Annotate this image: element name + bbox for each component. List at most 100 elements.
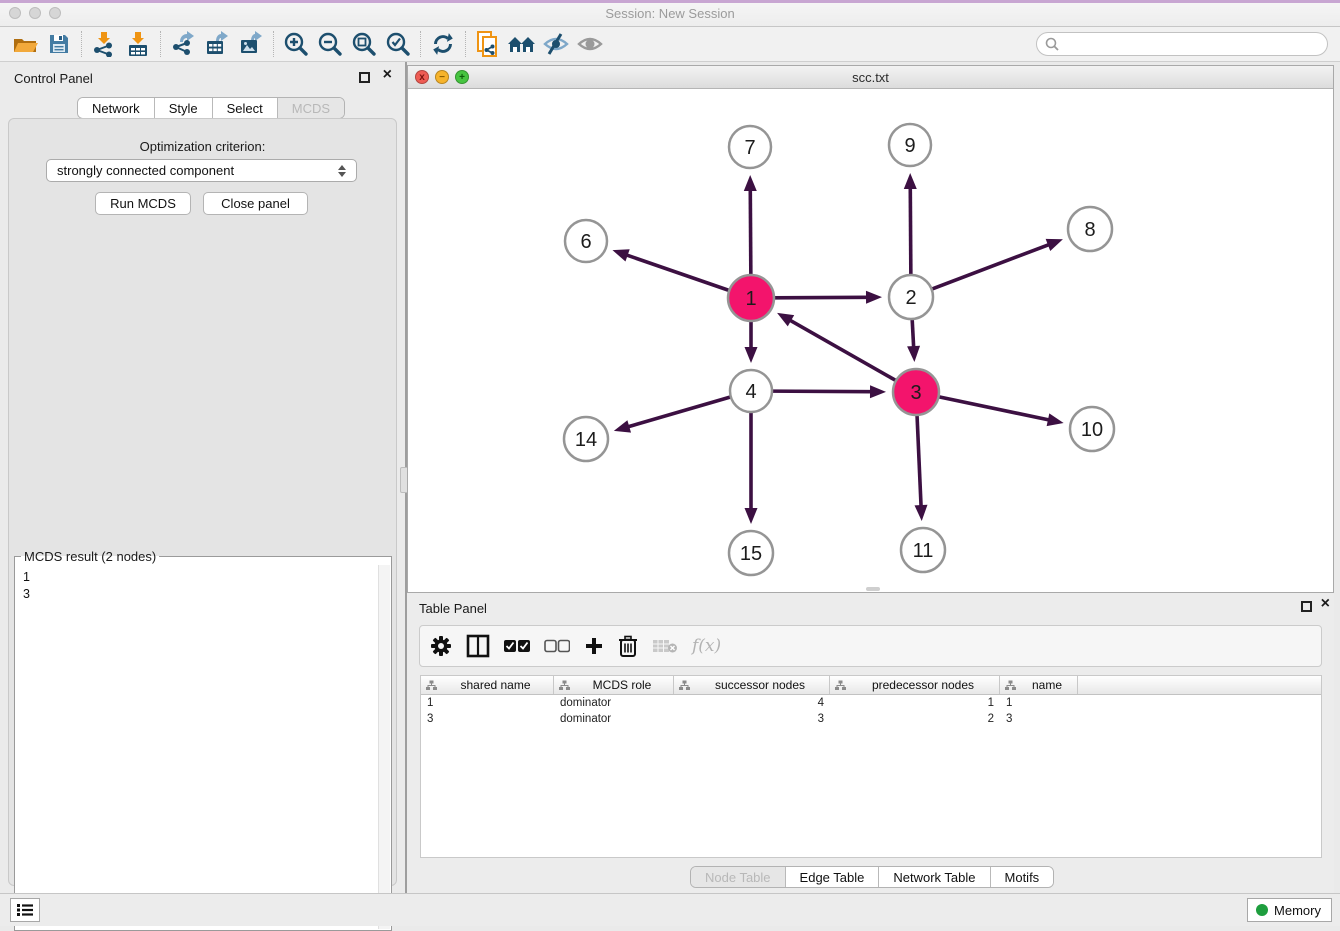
criterion-dropdown[interactable]: strongly connected component xyxy=(46,159,357,182)
tab-motifs[interactable]: Motifs xyxy=(991,867,1054,887)
title-bar: Session: New Session xyxy=(0,0,1340,27)
export-image-button[interactable] xyxy=(234,29,268,59)
edge-2-9[interactable] xyxy=(910,187,911,275)
toolbar-separator xyxy=(420,31,421,57)
tab-network-table[interactable]: Network Table xyxy=(879,867,990,887)
open-session-button[interactable] xyxy=(8,29,42,59)
edge-4-14[interactable] xyxy=(627,397,731,427)
edge-arrowhead xyxy=(870,385,886,398)
table-cell[interactable]: 1 xyxy=(1000,697,1078,709)
column-header-MCDS-role[interactable]: MCDS role xyxy=(554,676,674,694)
edge-arrowhead xyxy=(614,420,631,432)
edge-1-2[interactable] xyxy=(774,297,868,298)
gear-icon xyxy=(430,635,452,657)
table-row[interactable]: 1dominator411 xyxy=(421,695,1321,711)
table-cell[interactable]: 3 xyxy=(674,713,830,725)
function-builder-button[interactable]: f(x) xyxy=(692,631,721,661)
float-table-panel-icon[interactable] xyxy=(1301,601,1312,612)
edge-2-3[interactable] xyxy=(912,319,914,348)
table-cell[interactable]: 1 xyxy=(421,697,554,709)
create-column-button[interactable] xyxy=(584,631,604,661)
zoom-out-button[interactable] xyxy=(313,29,347,59)
edge-4-3[interactable] xyxy=(772,391,872,392)
memory-button[interactable]: Memory xyxy=(1247,898,1332,922)
task-history-button[interactable] xyxy=(10,898,40,922)
tab-mcds[interactable]: MCDS xyxy=(278,98,344,118)
import-network-button[interactable] xyxy=(87,29,121,59)
run-mcds-button[interactable]: Run MCDS xyxy=(95,192,191,215)
zoom-fit-icon xyxy=(351,31,377,57)
first-neighbors-button[interactable] xyxy=(505,29,539,59)
edge-arrowhead xyxy=(612,249,629,261)
edge-3-11[interactable] xyxy=(917,415,921,507)
column-grip-icon xyxy=(559,680,570,691)
edge-arrowhead xyxy=(744,175,757,191)
result-scrollbar[interactable] xyxy=(378,565,390,929)
mcds-panel: Optimization criterion: strongly connect… xyxy=(8,118,397,886)
export-table-button[interactable] xyxy=(200,29,234,59)
search-input[interactable] xyxy=(1064,37,1319,51)
graph-node-label: 8 xyxy=(1084,219,1095,241)
table-cell[interactable]: 3 xyxy=(1000,713,1078,725)
canvas-resize-grip[interactable] xyxy=(866,587,880,591)
table-cell[interactable]: 1 xyxy=(830,697,1000,709)
column-header-label: successor nodes xyxy=(693,678,827,692)
hide-selected-button[interactable] xyxy=(539,29,573,59)
column-header-predecessor-nodes[interactable]: predecessor nodes xyxy=(830,676,1000,694)
float-panel-icon[interactable] xyxy=(359,72,370,83)
import-table-button[interactable] xyxy=(121,29,155,59)
export-network-button[interactable] xyxy=(166,29,200,59)
select-all-columns-button[interactable] xyxy=(504,631,530,661)
save-session-button[interactable] xyxy=(42,29,76,59)
control-panel-title: Control Panel xyxy=(14,71,93,86)
table-row[interactable]: 3dominator323 xyxy=(421,711,1321,727)
clone-network-button[interactable] xyxy=(471,29,505,59)
edge-1-7[interactable] xyxy=(750,189,751,275)
edge-2-8[interactable] xyxy=(932,244,1050,289)
network-window-titlebar[interactable]: x − + scc.txt xyxy=(408,66,1333,89)
column-header-shared-name[interactable]: shared name xyxy=(421,676,554,694)
column-header-name[interactable]: name xyxy=(1000,676,1078,694)
tab-style[interactable]: Style xyxy=(155,98,213,118)
application-window: Session: New Session xyxy=(0,0,1340,926)
column-header-successor-nodes[interactable]: successor nodes xyxy=(674,676,830,694)
show-all-button[interactable] xyxy=(573,29,607,59)
edge-1-6[interactable] xyxy=(626,255,730,291)
table-panel-header: Table Panel × xyxy=(407,593,1334,621)
zoom-fit-button[interactable] xyxy=(347,29,381,59)
control-panel-tabs: Network Style Select MCDS xyxy=(77,97,345,119)
criterion-dropdown-value: strongly connected component xyxy=(57,163,338,178)
delete-column-button[interactable] xyxy=(618,631,638,661)
table-cell[interactable]: 2 xyxy=(830,713,1000,725)
table-toolbar: f(x) xyxy=(419,625,1322,667)
table-cell[interactable]: dominator xyxy=(554,713,674,725)
node-table[interactable]: shared nameMCDS role successor nodesprede… xyxy=(420,675,1322,858)
list-icon xyxy=(17,903,33,917)
close-panel-icon[interactable]: × xyxy=(383,66,392,84)
table-cell[interactable]: dominator xyxy=(554,697,674,709)
table-cell[interactable]: 3 xyxy=(421,713,554,725)
mcds-result-list[interactable]: 13 xyxy=(15,564,391,930)
delete-table-button[interactable] xyxy=(652,631,678,661)
zoom-selected-button[interactable] xyxy=(381,29,415,59)
tab-edge-table[interactable]: Edge Table xyxy=(786,867,880,887)
show-column-panel-button[interactable] xyxy=(466,631,490,661)
edge-3-1[interactable] xyxy=(789,320,896,381)
close-panel-button[interactable]: Close panel xyxy=(203,192,308,215)
zoom-in-button[interactable] xyxy=(279,29,313,59)
edge-3-10[interactable] xyxy=(939,397,1050,420)
tab-network[interactable]: Network xyxy=(78,98,155,118)
search-box[interactable] xyxy=(1036,32,1328,56)
fx-icon: f(x) xyxy=(692,636,721,656)
table-cell[interactable]: 4 xyxy=(674,697,830,709)
tab-node-table[interactable]: Node Table xyxy=(691,867,786,887)
column-grip-icon xyxy=(835,680,846,691)
deselect-all-columns-button[interactable] xyxy=(544,631,570,661)
workspace: Control Panel × Network Style Select MCD… xyxy=(0,62,1340,893)
network-graph-canvas[interactable]: 1234678910111415 xyxy=(408,89,1333,592)
close-table-panel-icon[interactable]: × xyxy=(1321,595,1330,613)
refresh-layout-button[interactable] xyxy=(426,29,460,59)
tab-select[interactable]: Select xyxy=(213,98,278,118)
graph-node-label: 7 xyxy=(744,137,755,159)
table-settings-button[interactable] xyxy=(430,631,452,661)
